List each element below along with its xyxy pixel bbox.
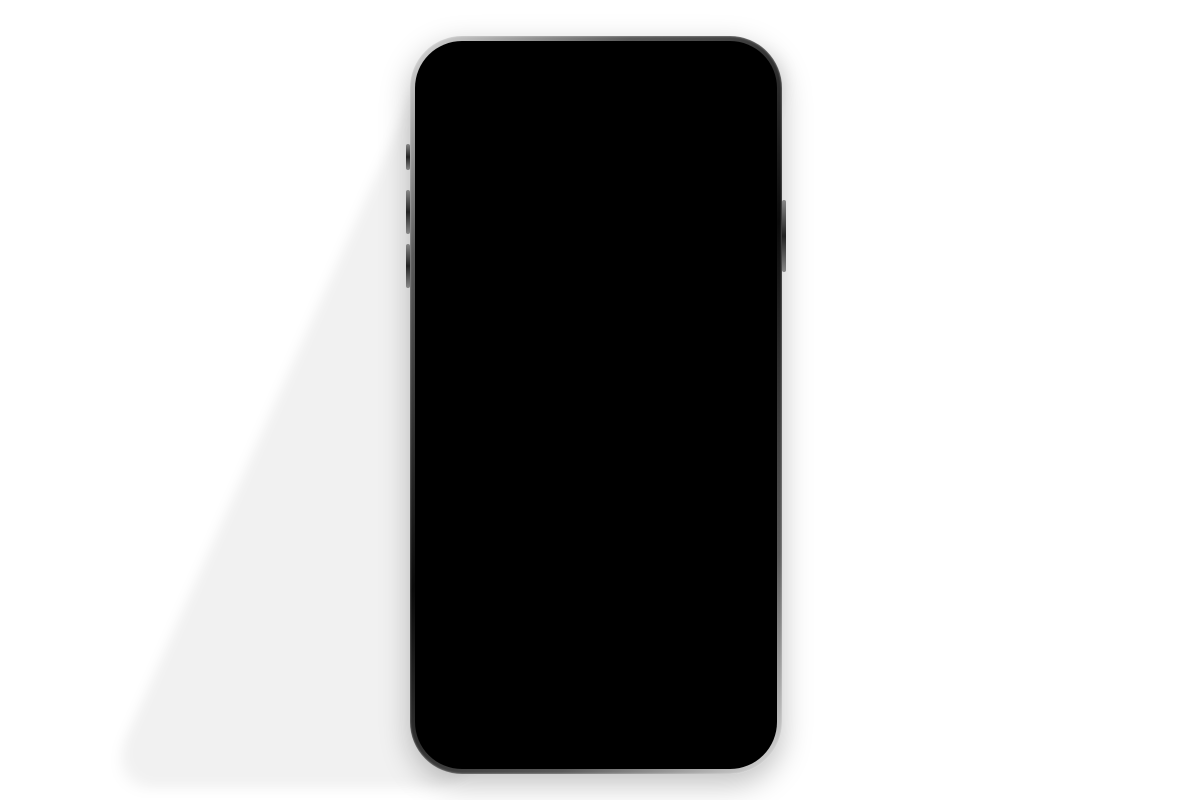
volume-up-button[interactable] [406,190,410,234]
volume-down-button[interactable] [406,244,410,288]
phone-frame: Do Not Disturb For 1 hour Until this eve… [410,36,782,774]
dnd-schedule-button[interactable]: Schedule [462,525,730,561]
dnd-schedule-label: Schedule [563,533,630,550]
dnd-option-subtitle: 9 : 00 - 11 : 00 AM PTA Meeting [498,501,718,515]
dnd-option-label: Until I leave this location [498,429,718,448]
wallpaper [426,52,766,758]
screen: Do Not Disturb For 1 hour Until this eve… [426,52,766,758]
dnd-title: Do Not Disturb [474,314,718,332]
moon-icon [474,288,718,312]
mute-switch[interactable] [406,144,410,170]
dnd-option-until-end-of-event[interactable]: Until the end of this event 9 : 00 - 11 … [462,473,730,526]
dnd-option-for-1-hour[interactable]: For 1 hour [462,343,730,382]
notch [511,52,681,78]
dnd-option-until-leave-location[interactable]: Until I leave this location Heritage Mid… [462,420,730,473]
dnd-option-until-this-evening[interactable]: Until this evening [462,382,730,420]
dnd-option-subtitle: Heritage Middle School [498,449,718,463]
dnd-option-label: Until the end of this event [498,482,718,501]
checkmark-icon [476,354,494,372]
dnd-option-label: For 1 hour [498,352,718,371]
dnd-header: Do Not Disturb [462,278,730,343]
power-button[interactable] [782,200,786,272]
dnd-option-label: Until this evening [498,391,718,410]
do-not-disturb-panel: Do Not Disturb For 1 hour Until this eve… [462,278,730,561]
